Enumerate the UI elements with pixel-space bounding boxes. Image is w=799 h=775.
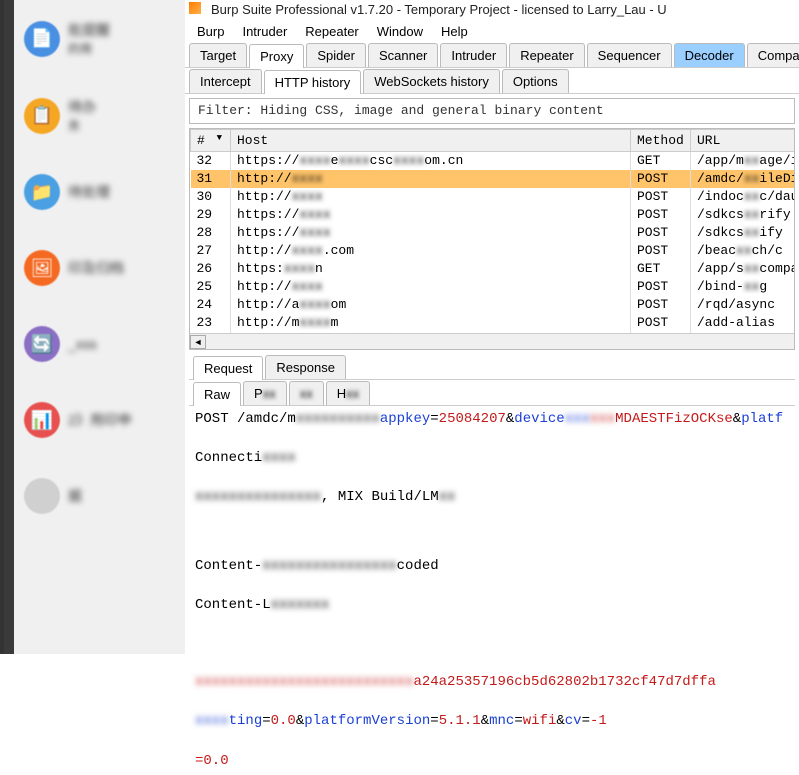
request-response-tabs: RequestResponse [189, 354, 795, 380]
h-scrollbar[interactable]: ◄ [190, 333, 794, 349]
http-history-table: #▼HostMethodURL 32https://xxxxexxxxcscxx… [189, 128, 795, 350]
rawtab[interactable]: Raw [193, 382, 241, 406]
rawtab[interactable]: Pxx [243, 381, 287, 405]
tab-intruder[interactable]: Intruder [440, 43, 507, 67]
proxy-subtabs: InterceptHTTP historyWebSockets historyO… [185, 68, 799, 94]
sidebar-item[interactable]: 📁 待处理 [4, 169, 185, 215]
sidebar-icon: 📁 [24, 174, 60, 210]
sidebar-icon: 🔄 [24, 326, 60, 362]
tab-scanner[interactable]: Scanner [368, 43, 438, 67]
app-icon [189, 2, 201, 14]
table-row[interactable]: 25http://xxxxPOST/bind-xxg [191, 278, 796, 296]
window-title-bar: Burp Suite Professional v1.7.20 - Tempor… [185, 0, 799, 20]
table-row[interactable]: 27http://xxxx.comPOST/beacxxch/c [191, 242, 796, 260]
sidebar-sub: 的用 [68, 40, 110, 57]
sidebar-icon: 🖼 [24, 250, 60, 286]
menu-bar: BurpIntruderRepeaterWindowHelp [185, 20, 799, 42]
menu-burp[interactable]: Burp [189, 22, 232, 40]
sidebar-icon: 📄 [24, 21, 60, 57]
tab-response[interactable]: Response [265, 355, 346, 379]
left-sidebar: 📄 批提醒的用 📋 待办务 📁 待处理 🖼 印及归档 🔄 _xss 📊 2》用印申据 [0, 0, 185, 654]
sidebar-item[interactable]: 📄 批提醒的用 [4, 15, 185, 62]
col-header[interactable]: Host [231, 130, 631, 152]
subtab-intercept[interactable]: Intercept [189, 69, 262, 93]
sidebar-label: 2》用印申 [68, 410, 132, 430]
tab-repeater[interactable]: Repeater [509, 43, 584, 67]
filter-bar[interactable]: Filter: Hiding CSS, image and general bi… [189, 98, 795, 124]
sidebar-item[interactable]: 🖼 印及归档 [4, 245, 185, 291]
sidebar-label: 批提醒 [68, 20, 110, 40]
table-row[interactable]: 28https://xxxxPOST/sdkcsxxify [191, 224, 796, 242]
table-row[interactable]: 32https://xxxxexxxxcscxxxxom.cnGET/app/m… [191, 152, 796, 170]
table-row[interactable]: 29https://xxxxPOST/sdkcsxxrify [191, 206, 796, 224]
table-row[interactable]: 24http://axxxxomPOST/rqd/async [191, 296, 796, 314]
sidebar-label: 据 [68, 486, 82, 506]
tab-spider[interactable]: Spider [306, 43, 366, 67]
sidebar-item[interactable]: 据 [4, 473, 185, 519]
main-tabs: TargetProxySpiderScannerIntruderRepeater… [185, 42, 799, 68]
tab-sequencer[interactable]: Sequencer [587, 43, 672, 67]
sidebar-label: 待办 [68, 97, 96, 117]
raw-subtabs: RawPxxxxHxx [189, 380, 795, 406]
sidebar-icon [24, 478, 60, 514]
sidebar-label: 待处理 [68, 182, 110, 202]
menu-window[interactable]: Window [369, 22, 431, 40]
tab-request[interactable]: Request [193, 356, 263, 380]
tab-decoder[interactable]: Decoder [674, 43, 745, 67]
sidebar-item[interactable]: 📊 2》用印申 [4, 397, 185, 443]
subtab-websockets-history[interactable]: WebSockets history [363, 69, 500, 93]
sidebar-item[interactable]: 🔄 _xss [4, 321, 185, 367]
tab-proxy[interactable]: Proxy [249, 44, 304, 68]
table-row[interactable]: 26https:xxxxnGET/app/sxxcompa [191, 260, 796, 278]
table-row[interactable]: 23http://mxxxxmPOST/add-alias [191, 314, 796, 332]
col-header[interactable]: #▼ [191, 130, 231, 152]
sidebar-label: 印及归档 [68, 258, 124, 278]
col-header[interactable]: Method [631, 130, 691, 152]
rawtab[interactable]: Hxx [326, 381, 370, 405]
rawtab[interactable]: xx [289, 381, 324, 405]
subtab-http-history[interactable]: HTTP history [264, 70, 362, 94]
window-title: Burp Suite Professional v1.7.20 - Tempor… [211, 2, 667, 17]
sidebar-sub: 务 [68, 117, 96, 134]
sidebar-icon: 📋 [24, 98, 60, 134]
tab-target[interactable]: Target [189, 43, 247, 67]
subtab-options[interactable]: Options [502, 69, 569, 93]
sidebar-item[interactable]: 📋 待办务 [4, 92, 185, 139]
request-raw-body[interactable]: POST /amdc/mxxxxxxxxxxappkey=25084207&de… [189, 406, 795, 775]
table-row[interactable]: 30http://xxxxPOST/indocxxc/dau [191, 188, 796, 206]
scroll-left-icon[interactable]: ◄ [190, 335, 206, 349]
main-area: Burp Suite Professional v1.7.20 - Tempor… [185, 0, 799, 654]
sidebar-label: _xss [68, 336, 97, 352]
menu-repeater[interactable]: Repeater [297, 22, 366, 40]
menu-intruder[interactable]: Intruder [234, 22, 295, 40]
menu-help[interactable]: Help [433, 22, 476, 40]
tab-comparer[interactable]: Comparer [747, 43, 799, 67]
table-row[interactable]: 31http://xxxxPOST/amdc/xxileDi [191, 170, 796, 188]
col-header[interactable]: URL [691, 130, 796, 152]
sidebar-icon: 📊 [24, 402, 60, 438]
